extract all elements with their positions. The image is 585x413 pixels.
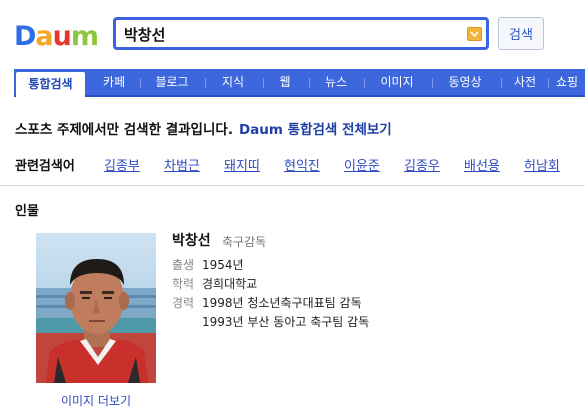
tab-separator (432, 78, 433, 88)
info-row-birth: 출생 1954년 (172, 256, 244, 273)
full-search-link[interactable]: Daum 통합검색 전체보기 (239, 122, 392, 138)
related-search-link[interactable]: 차범근 (164, 155, 200, 174)
related-search-link[interactable]: 배선용 (464, 155, 500, 174)
related-search-link[interactable]: 돼지띠 (224, 155, 260, 174)
related-search-link[interactable]: 김종부 (104, 155, 140, 174)
info-value: 1998년 청소년축구대표팀 감독 (202, 296, 362, 310)
info-row-career-2: 1993년 부산 동아고 축구팀 감독 (172, 313, 369, 330)
tab-cafe[interactable]: 카페 (96, 69, 132, 95)
tab-bar: 통합검색 카페 블로그 지식 웹 뉴스 이미지 동영상 사전 쇼핑 (14, 69, 585, 97)
related-searches-title: 관련검색어 (15, 159, 75, 174)
related-searches: 관련검색어 김종부 차범근 돼지띠 현익진 이윤준 김종우 배선용 허남회 (15, 155, 585, 175)
tab-separator (548, 78, 549, 88)
info-label: 경력 (172, 296, 195, 310)
info-row-career: 경력 1998년 청소년축구대표팀 감독 (172, 294, 362, 311)
info-row-education: 학력 경희대학교 (172, 275, 257, 292)
more-images-link[interactable]: 이미지 더보기 (36, 392, 156, 409)
people-section-title: 인물 (15, 204, 39, 219)
tab-dictionary[interactable]: 사전 (508, 69, 542, 95)
person-role: 축구감독 (222, 235, 267, 249)
info-value: 1954년 (202, 258, 244, 272)
tab-shopping[interactable]: 쇼핑 (552, 69, 582, 95)
tab-blog[interactable]: 블로그 (147, 69, 197, 95)
person-photo-image (36, 233, 156, 383)
logo-letter-m: m (70, 20, 99, 52)
tab-separator (501, 78, 502, 88)
tab-integrated-search[interactable]: 통합검색 (16, 72, 85, 97)
logo-letter-a: a (35, 20, 53, 52)
section-divider (0, 185, 585, 186)
info-label: 학력 (172, 277, 195, 291)
daum-logo[interactable]: D a u m (14, 18, 99, 54)
tab-separator (364, 78, 365, 88)
person-name[interactable]: 박창선 (172, 230, 211, 250)
person-photo[interactable] (36, 233, 156, 383)
tab-separator (205, 78, 206, 88)
related-search-link[interactable]: 현익진 (284, 155, 320, 174)
search-box (113, 17, 489, 50)
search-scope-notice: 스포츠 주제에서만 검색한 결과입니다. Daum 통합검색 전체보기 (15, 118, 392, 138)
search-options-toggle[interactable] (467, 27, 482, 41)
tab-knowledge[interactable]: 지식 (213, 69, 253, 95)
related-search-link[interactable]: 허남회 (524, 155, 560, 174)
related-search-link[interactable]: 이윤준 (344, 155, 380, 174)
search-button[interactable]: 검색 (498, 17, 544, 50)
tab-videos[interactable]: 동영상 (439, 69, 491, 95)
info-label: 출생 (172, 258, 195, 272)
related-search-link[interactable]: 김종우 (404, 155, 440, 174)
tab-news[interactable]: 뉴스 (316, 69, 356, 95)
chevron-down-icon (470, 31, 479, 38)
logo-letter-d: D (14, 20, 36, 52)
tab-separator (309, 78, 310, 88)
tab-separator (140, 78, 141, 88)
tab-web[interactable]: 웹 (272, 69, 298, 95)
tab-separator (263, 78, 264, 88)
info-value: 1993년 부산 동아고 축구팀 감독 (202, 315, 370, 329)
search-input[interactable] (124, 23, 454, 45)
info-value: 경희대학교 (202, 277, 258, 291)
notice-text: 스포츠 주제에서만 검색한 결과입니다. (15, 122, 233, 138)
logo-letter-u: u (52, 20, 72, 52)
tab-images[interactable]: 이미지 (371, 69, 423, 95)
